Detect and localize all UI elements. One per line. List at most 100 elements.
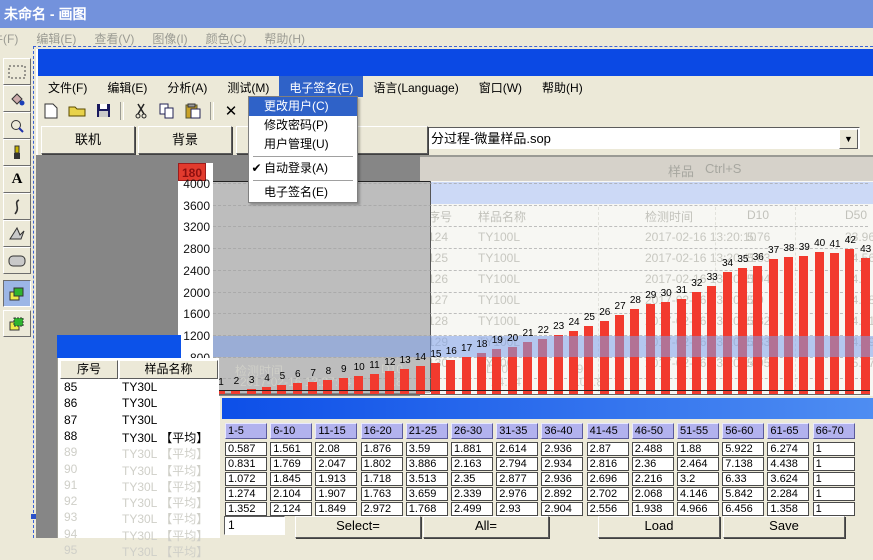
sop-file-combobox[interactable]: 分过程-微量样品.sop ▼ (426, 127, 860, 149)
menu-item-修改密码(P)[interactable]: 修改密码(P) (249, 116, 357, 135)
grid-cell[interactable]: 2.877 (496, 472, 538, 486)
grid-cell[interactable]: 1.907 (315, 487, 357, 501)
fill-tool[interactable] (3, 85, 31, 112)
grid-header-1-5[interactable]: 1-5 (225, 423, 267, 439)
menu-item-更改用户(C)[interactable]: 更改用户(C) (249, 97, 357, 116)
app-menu-2[interactable]: 分析(A) (157, 76, 217, 97)
grid-header-31-35[interactable]: 31-35 (496, 423, 538, 439)
grid-cell[interactable]: 1.938 (632, 502, 674, 516)
grid-header-46-50[interactable]: 46-50 (632, 423, 674, 439)
button-Load[interactable]: Load (598, 516, 720, 538)
copy-icon[interactable] (157, 102, 177, 120)
grid-cell[interactable]: 1.849 (315, 502, 357, 516)
grid-header-6-10[interactable]: 6-10 (270, 423, 312, 439)
grid-cell[interactable]: 2.284 (767, 487, 809, 501)
grid-cell[interactable]: 3.2 (677, 472, 719, 486)
grid-header-61-65[interactable]: 61-65 (767, 423, 809, 439)
grid-cell[interactable]: 1.718 (361, 472, 403, 486)
app-menu-5[interactable]: 语言(Language) (363, 76, 468, 97)
grid-cell[interactable]: 0.831 (225, 457, 267, 471)
grid-cell[interactable]: 2.35 (451, 472, 493, 486)
grid-header-21-25[interactable]: 21-25 (406, 423, 448, 439)
grid-cell[interactable]: 2.047 (315, 457, 357, 471)
open-icon[interactable] (67, 102, 87, 120)
app-menu-0[interactable]: 文件(F) (38, 76, 97, 97)
brush-tool[interactable] (3, 139, 31, 166)
app-menu-6[interactable]: 窗口(W) (469, 76, 532, 97)
magnifier-tool[interactable] (3, 112, 31, 139)
grid-cell[interactable]: 1.881 (451, 442, 493, 456)
grid-cell[interactable]: 1.769 (270, 457, 312, 471)
grid-cell[interactable]: 5.922 (722, 442, 764, 456)
grid-cell[interactable]: 2.904 (541, 502, 583, 516)
grid-cell[interactable]: 4.146 (677, 487, 719, 501)
grid-cell[interactable]: 1.358 (767, 502, 809, 516)
grid-cell[interactable]: 1 (813, 457, 855, 471)
grid-cell[interactable]: 2.464 (677, 457, 719, 471)
menu-item-自动登录(A)[interactable]: ✔自动登录(A) (249, 159, 357, 178)
list-item[interactable]: 91TY30L 【平均】 (58, 478, 219, 494)
paint-menu-1[interactable]: 编辑(E) (27, 28, 85, 47)
grid-cell[interactable]: 1.802 (361, 457, 403, 471)
paste-icon[interactable] (183, 102, 203, 120)
grid-cell[interactable]: 3.513 (406, 472, 448, 486)
grid-cell[interactable]: 3.886 (406, 457, 448, 471)
menu-item-电子签名(E)[interactable]: 电子签名(E) (249, 183, 357, 202)
app-menu-3[interactable]: 测试(M) (217, 76, 279, 97)
grid-cell[interactable]: 2.36 (632, 457, 674, 471)
cube-tool[interactable] (3, 310, 31, 337)
button-Save[interactable]: Save (723, 516, 845, 538)
cut-icon[interactable] (131, 102, 151, 120)
list-item[interactable]: 88TY30L 【平均】 (58, 429, 219, 445)
grid-cell[interactable]: 1.876 (361, 442, 403, 456)
app-menu-7[interactable]: 帮助(H) (532, 76, 593, 97)
grid-header-66-70[interactable]: 66-70 (813, 423, 855, 439)
grid-cell[interactable]: 2.104 (270, 487, 312, 501)
grid-header-36-40[interactable]: 36-40 (541, 423, 583, 439)
polygon-tool[interactable] (3, 220, 31, 247)
grid-cell[interactable]: 2.794 (496, 457, 538, 471)
grid-cell[interactable]: 2.556 (587, 502, 629, 516)
grid-cell[interactable]: 2.124 (270, 502, 312, 516)
grid-cell[interactable]: 1 (813, 487, 855, 501)
button-Select=[interactable]: Select= (295, 516, 421, 538)
list-item[interactable]: 95TY30L 【平均】 (58, 543, 219, 559)
grid-cell[interactable]: 3.659 (406, 487, 448, 501)
grid-cell[interactable]: 2.93 (496, 502, 538, 516)
curve-tool[interactable] (3, 193, 31, 220)
grid-cell[interactable]: 1.072 (225, 472, 267, 486)
grid-header-51-55[interactable]: 51-55 (677, 423, 719, 439)
left-window-titlebar[interactable] (57, 335, 181, 358)
grid-cell[interactable]: 3.624 (767, 472, 809, 486)
grid-cell[interactable]: 2.499 (451, 502, 493, 516)
grid-cell[interactable]: 2.936 (541, 472, 583, 486)
grid-cell[interactable]: 2.816 (587, 457, 629, 471)
list-item[interactable]: 93TY30L 【平均】 (58, 510, 219, 526)
grid-cell[interactable]: 4.966 (677, 502, 719, 516)
paint-menu-4[interactable]: 颜色(C) (197, 28, 256, 47)
grid-cell[interactable]: 2.934 (541, 457, 583, 471)
grid-cell[interactable]: 2.08 (315, 442, 357, 456)
rounded-rect-tool[interactable] (3, 247, 31, 274)
grid-cell[interactable]: 7.138 (722, 457, 764, 471)
grid-cell[interactable]: 2.614 (496, 442, 538, 456)
list-item[interactable]: 92TY30L 【平均】 (58, 494, 219, 510)
menu-item-用户管理(U)[interactable]: 用户管理(U) (249, 135, 357, 154)
combo-dropdown-arrow-icon[interactable]: ▼ (839, 129, 858, 149)
list-item[interactable]: 90TY30L 【平均】 (58, 462, 219, 478)
grid-cell[interactable]: 2.87 (587, 442, 629, 456)
grid-cell[interactable]: 2.163 (451, 457, 493, 471)
grid-cell[interactable]: 1.845 (270, 472, 312, 486)
button-背景[interactable]: 背景 (138, 126, 232, 154)
grid-header-41-45[interactable]: 41-45 (587, 423, 629, 439)
grid-cell[interactable]: 2.696 (587, 472, 629, 486)
list-item[interactable]: 87TY30L (58, 413, 219, 429)
grid-cell[interactable]: 2.892 (541, 487, 583, 501)
button-All=[interactable]: All= (423, 516, 549, 538)
list-item[interactable]: 94TY30L 【平均】 (58, 527, 219, 543)
grid-cell[interactable]: 4.438 (767, 457, 809, 471)
grid-header-16-20[interactable]: 16-20 (361, 423, 403, 439)
grid-cell[interactable]: 1.768 (406, 502, 448, 516)
column-header-no[interactable]: 序号 (60, 360, 118, 379)
app-menu-4[interactable]: 电子签名(E) (279, 76, 363, 97)
